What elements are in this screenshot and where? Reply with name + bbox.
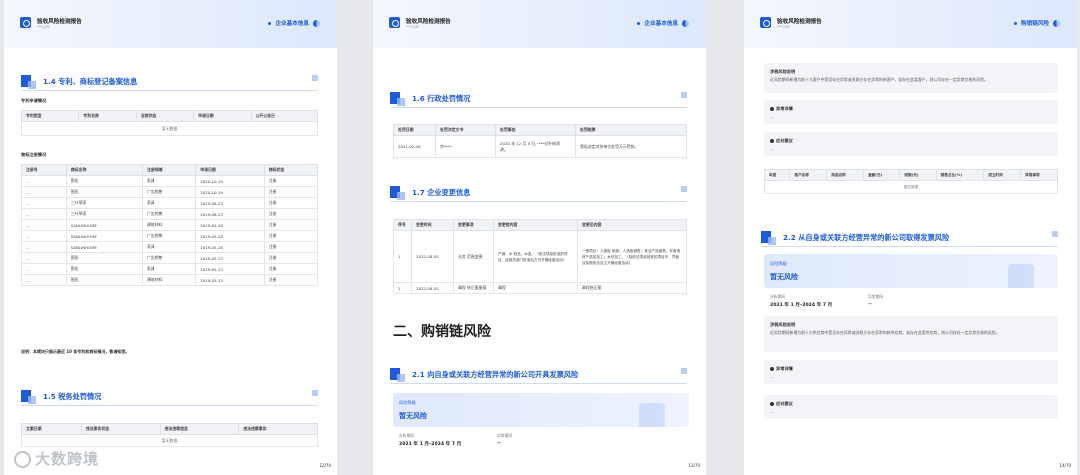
report-subtitle: ***公司 [406,25,419,29]
table-row: -- 三叶草家 广告销售 2019-08-23 注册 [21,208,319,220]
analysis-period: 2021 年 1 月–2024 年 7 月 [399,442,462,447]
info-icon [770,139,774,143]
table-row: -- 图形 广告销售 2020-10-19 注册 [21,186,319,198]
header-section-label: 企业基本信息 [268,19,320,27]
analysis-period: 2021 年 1 月–2024 年 7 月 [770,303,833,308]
abnormal-period: -- [868,302,872,307]
toggle-icon [1053,20,1060,27]
shield-icon [639,403,665,427]
abnormal-detail-card: 异常详情 -- [764,100,1058,124]
trademark-table: 注册号 商标名称 注册领域 申请日期 商标状态 -- 图形 家具 2020-10-19 注册 -… [21,164,319,286]
table-row: -- 图形 建筑材料 2019-05-13 注册 [21,274,319,286]
table-row: 2 2022-08-03 章程 修正案备案 章程 章程修正案 [393,282,687,294]
tax-risk-description-card: 涉税风险说明 近风险期间新增为前十大客户中是否存在异常或关联方存在异常的新客户，… [764,63,1058,93]
risk-level-value: 暂无风险 [399,412,427,420]
table-row: -- SANLINHOME 建筑材料 2019-05-28 注册 [21,219,319,231]
tax-risk-description-card: 涉税风险说明 近风险期间新增为前十大供应商中是否存在异常或关联方存在异常的新供应… [764,316,1058,352]
page-header: 验收风险检测报告 ***公司 企业基本信息 [4,0,337,48]
page-header: 验收风险检测报告 ***公司 企业基本信息 [373,0,706,48]
info-icon [770,402,774,406]
report-logo-icon [760,17,771,28]
table-row: -- SANLINHOME 家具 2019-05-28 注册 [21,241,319,253]
trademark-note: 说明：本模块只展示最近 10 条专利和商标情况，敬请知悉。 [21,349,130,354]
page-number: 12/70 [319,463,331,468]
section-heading-2-1: 2.1 向自身或关联方经营异常的新公司开具发票风险 [390,368,687,384]
report-page-14: 验收风险检测报告 ***公司 购销链风险 涉税风险说明 近风险期间新增为前十大客… [744,0,1077,475]
info-icon [770,367,774,371]
section-heading-1-5: 1.5 税务处罚情况 [21,390,318,406]
abnormal-period: -- [497,441,501,446]
section-heading-1-6: 1.6 行政处罚情况 [390,92,687,108]
report-title: 验收风险检测报告 [777,19,822,25]
report-subtitle: ***公司 [37,25,50,29]
shield-icon [1008,264,1034,288]
suggestion-card: 应对建议 -- [764,132,1058,156]
section-heading-2-2: 2.2 从自身或关联方经营异常的新公司取得发票风险 [761,231,1058,247]
abnormal-detail-card: 异常详情 -- [764,360,1058,384]
info-icon [770,107,774,111]
tax-penalty-table: 立案日期 违法事实状态 违法违章信息 违法违章事实 暂无数据 [21,423,318,447]
report-subtitle: ***公司 [777,25,790,29]
table-row: -- 三叶草家 家具 2019-08-23 注册 [21,197,319,209]
toggle-icon [682,20,689,27]
report-logo-icon [20,17,31,28]
admin-penalty-table: 处罚日期 处罚决定文书 处罚事由 处罚结果 2021-02-26 京**** 2020 年… [393,124,687,158]
page-number: 14/70 [1059,463,1071,468]
header-section-label: 购销链风险 [1014,19,1060,27]
section-heading-1-7: 1.7 企业变更信息 [390,186,687,202]
table-row: 2021-02-26 京**** 2020 年 12 月 5 日,“***对外修改改… [393,135,687,158]
dot-icon [637,22,641,25]
section-heading-1-4: 1.4 专利、商标登记备案信息 [21,75,318,91]
patent-table: 专利类型 专利名称 当前状态 申请日期 公开公告日 暂无数据 [20,110,318,136]
report-title: 验收风险检测报告 [406,19,451,25]
suggestion-card: 应对建议 -- [764,395,1058,419]
page-header: 验收风险检测报告 ***公司 购销链风险 [744,0,1077,48]
customer-table: 年度 客户名称 商品名称 金额(元) 税额(元) 销售占比(%) 成立时间 异常事项 暂无数据 [763,169,1058,194]
header-section-label: 企业基本信息 [637,19,689,27]
watermark: 大数跨境 [14,448,99,469]
toggle-icon [313,20,320,27]
chapter-title: 二、购销链风险 [393,324,491,340]
risk-level-card: 风险等级 暂无风险 [764,254,1058,288]
report-logo-icon [389,17,400,28]
report-page-13: 验收风险检测报告 ***公司 企业基本信息 1.6 行政处罚情况 处罚日期 处罚决… [373,0,706,475]
table-row: -- 图形 广告销售 2019-05-13 注册 [21,252,319,264]
table-row: -- SANLINHOME 广告销售 2019-05-28 注册 [21,230,319,242]
page-number: 13/70 [688,463,700,468]
table-row: -- 图形 家具 2019-05-13 注册 [21,263,319,275]
report-page-12: 验收风险检测报告 ***公司 企业基本信息 1.4 专利、商标登记备案信息 专利… [4,0,337,475]
watermark-logo-icon [14,451,31,468]
risk-level-value: 暂无风险 [770,273,798,281]
change-info-table: 序号 变更时间 变更事项 变更前内容 变更后内容 1 2022-08-03 业务 范围变更产… [393,219,687,294]
table-row: 1 2022-08-03 业务 范围变更 产销：木 制品、木皮。（依法须经批准的项目，… [393,230,687,283]
trademark-label: 商标注册情况 [21,152,47,157]
risk-level-card: 风险等级 暂无风险 [393,393,689,427]
dot-icon [268,22,272,25]
report-title: 验收风险检测报告 [37,19,82,25]
patent-label: 专利申请情况 [21,98,47,103]
table-row: -- 图形 家具 2020-10-19 注册 [21,175,319,187]
dot-icon [1014,22,1018,25]
